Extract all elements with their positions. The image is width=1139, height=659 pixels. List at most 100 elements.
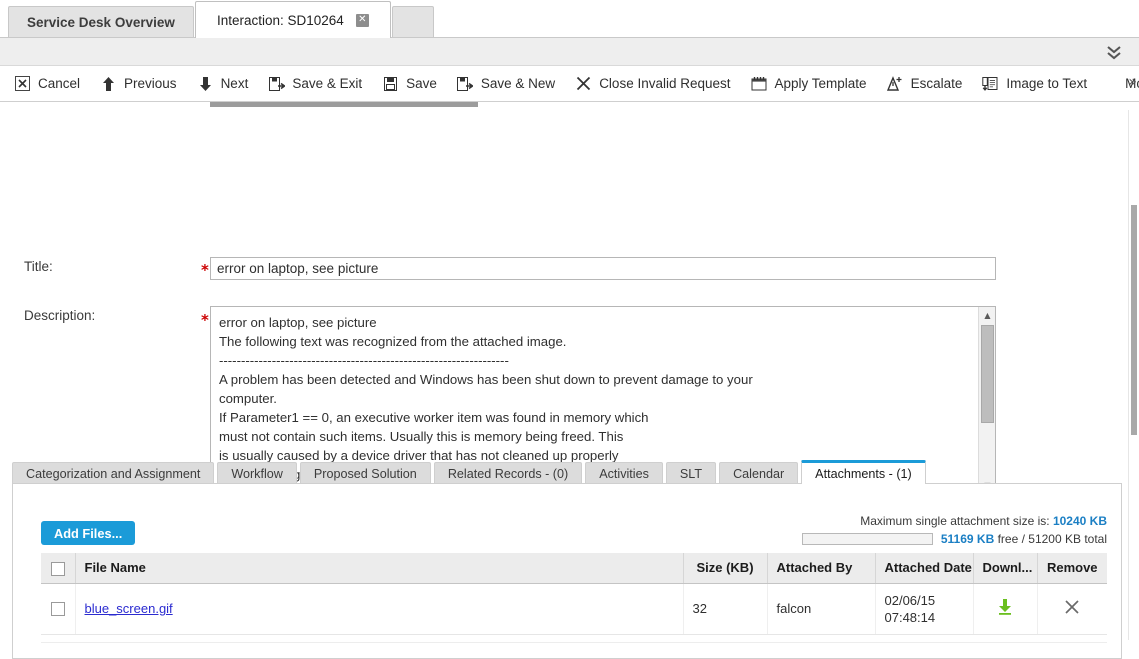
table-header-row: File Name Size (KB) Attached By Attached… xyxy=(41,553,1107,584)
previous-label: Previous xyxy=(124,76,177,91)
table-bottom-divider xyxy=(41,642,1107,643)
cell-attached-by: falcon xyxy=(767,583,876,635)
title-required-marker: * xyxy=(201,261,209,279)
tab-related-records[interactable]: Related Records - (0) xyxy=(433,462,583,484)
tab-label: Categorization and Assignment xyxy=(26,466,201,481)
free-space-suffix: free / 51200 KB total xyxy=(997,532,1107,546)
cancel-box-x-icon xyxy=(14,75,31,92)
x-close-icon xyxy=(575,75,592,92)
tab-slt[interactable]: SLT xyxy=(665,462,717,484)
free-space-value: 51169 KB xyxy=(940,532,995,546)
save-and-new-label: Save & New xyxy=(480,76,556,91)
tab-label: Calendar xyxy=(733,466,785,481)
tab-workflow[interactable]: Workflow xyxy=(217,462,297,484)
double-chevron-down-icon[interactable] xyxy=(1097,40,1131,64)
tab-service-desk-overview[interactable]: Service Desk Overview xyxy=(8,6,194,38)
arrow-down-icon xyxy=(197,75,214,92)
save-and-new-button[interactable]: Save & New xyxy=(447,67,565,101)
max-size-label: Maximum single attachment size is: xyxy=(860,514,1050,528)
save-label: Save xyxy=(406,76,437,91)
cell-remove xyxy=(1037,583,1107,635)
download-arrow-icon[interactable] xyxy=(997,598,1013,619)
description-scrollbar-thumb[interactable] xyxy=(981,325,994,423)
floppy-disk-icon xyxy=(382,75,399,92)
horizontal-scrollbar-track[interactable] xyxy=(0,102,1139,109)
cell-size: 32 xyxy=(683,583,768,635)
cancel-label: Cancel xyxy=(38,76,81,91)
select-all-checkbox[interactable] xyxy=(50,561,65,576)
column-attached-date[interactable]: Attached Date xyxy=(875,553,974,584)
tab-label: Interaction: SD10264 xyxy=(216,12,344,28)
toolbar-overflow-icon[interactable]: » xyxy=(1128,74,1137,90)
detail-tab-bar: Categorization and Assignment Workflow P… xyxy=(12,460,1122,484)
close-invalid-request-button[interactable]: Close Invalid Request xyxy=(565,67,740,101)
quota-progress-bar xyxy=(801,533,933,545)
column-download[interactable]: Downl... xyxy=(973,553,1038,584)
cancel-button[interactable]: Cancel xyxy=(0,67,90,101)
select-all-header xyxy=(41,553,76,584)
attachment-quota-info: Maximum single attachment size is: 10240… xyxy=(801,514,1107,546)
column-remove[interactable]: Remove xyxy=(1037,553,1107,584)
tab-interaction-sd10264[interactable]: Interaction: SD10264 ✕ xyxy=(194,1,391,38)
escalate-button[interactable]: Escalate xyxy=(877,67,973,101)
close-invalid-request-label: Close Invalid Request xyxy=(599,76,731,91)
save-exit-icon xyxy=(268,75,285,92)
image-to-text-label: Image to Text xyxy=(1006,76,1088,91)
table-row[interactable]: blue_screen.gif 32 falcon 02/06/15 07:48… xyxy=(41,583,1107,635)
tab-categorization-and-assignment[interactable]: Categorization and Assignment xyxy=(12,462,215,484)
cell-attached-date: 02/06/15 07:48:14 xyxy=(875,583,974,635)
template-icon xyxy=(751,75,768,92)
page-scrollbar-thumb[interactable] xyxy=(1131,205,1137,435)
cell-download xyxy=(973,583,1038,635)
page-scrollbar[interactable] xyxy=(1128,110,1139,640)
arrow-up-icon xyxy=(100,75,117,92)
tab-activities[interactable]: Activities xyxy=(585,462,663,484)
save-and-exit-button[interactable]: Save & Exit xyxy=(258,67,372,101)
save-button[interactable]: Save xyxy=(372,67,447,101)
apply-template-label: Apply Template xyxy=(774,76,867,91)
attachments-table: File Name Size (KB) Attached By Attached… xyxy=(41,553,1107,635)
file-name-link[interactable]: blue_screen.gif xyxy=(85,601,173,616)
column-file-name[interactable]: File Name xyxy=(75,553,684,584)
next-button[interactable]: Next xyxy=(187,67,259,101)
save-new-icon xyxy=(457,75,474,92)
description-required-marker: * xyxy=(201,311,209,329)
tab-label: Workflow xyxy=(231,466,283,481)
column-attached-by[interactable]: Attached By xyxy=(767,553,876,584)
title-label: Title: xyxy=(24,259,53,274)
scroll-up-icon[interactable]: ▲ xyxy=(979,308,996,322)
tab-list: Service Desk Overview Interaction: SD102… xyxy=(0,0,1139,38)
tab-label: Service Desk Overview xyxy=(27,15,175,30)
escalate-label: Escalate xyxy=(910,76,963,91)
secondary-toolbar-band xyxy=(0,38,1139,66)
save-and-exit-label: Save & Exit xyxy=(292,76,363,91)
column-size[interactable]: Size (KB) xyxy=(683,553,768,584)
row-checkbox[interactable] xyxy=(50,602,65,617)
x-remove-icon[interactable] xyxy=(1064,599,1080,619)
apply-template-button[interactable]: Apply Template xyxy=(741,67,877,101)
add-files-button[interactable]: Add Files... xyxy=(41,521,136,545)
row-select-cell xyxy=(41,583,76,635)
image-to-text-button[interactable]: Image to Text xyxy=(972,67,1097,101)
horizontal-scrollbar-thumb[interactable] xyxy=(210,102,478,107)
cell-file-name: blue_screen.gif xyxy=(75,583,684,635)
image-to-text-icon xyxy=(982,75,999,92)
close-icon[interactable]: ✕ xyxy=(355,13,369,27)
tab-label: Activities xyxy=(599,466,649,481)
escalate-icon xyxy=(887,75,904,92)
tab-proposed-solution[interactable]: Proposed Solution xyxy=(299,462,431,484)
tab-label: Proposed Solution xyxy=(313,466,417,481)
previous-button[interactable]: Previous xyxy=(90,67,187,101)
tab-label: SLT xyxy=(679,466,703,481)
interaction-form: Title: * Description: * error on laptop,… xyxy=(0,110,1128,494)
max-size-value: 10240 KB xyxy=(1052,514,1107,528)
action-toolbar: Cancel Previous Next Save & Exit Save Sa… xyxy=(0,66,1139,102)
tab-label: Attachments - (1) xyxy=(815,466,912,481)
browser-tab-strip: Service Desk Overview Interaction: SD102… xyxy=(0,0,1139,38)
tab-strip-filler xyxy=(391,6,434,38)
description-label: Description: xyxy=(24,308,96,323)
title-input[interactable] xyxy=(210,257,996,280)
tab-attachments[interactable]: Attachments - (1) xyxy=(801,460,926,484)
tab-calendar[interactable]: Calendar xyxy=(719,462,799,484)
next-label: Next xyxy=(220,76,249,91)
